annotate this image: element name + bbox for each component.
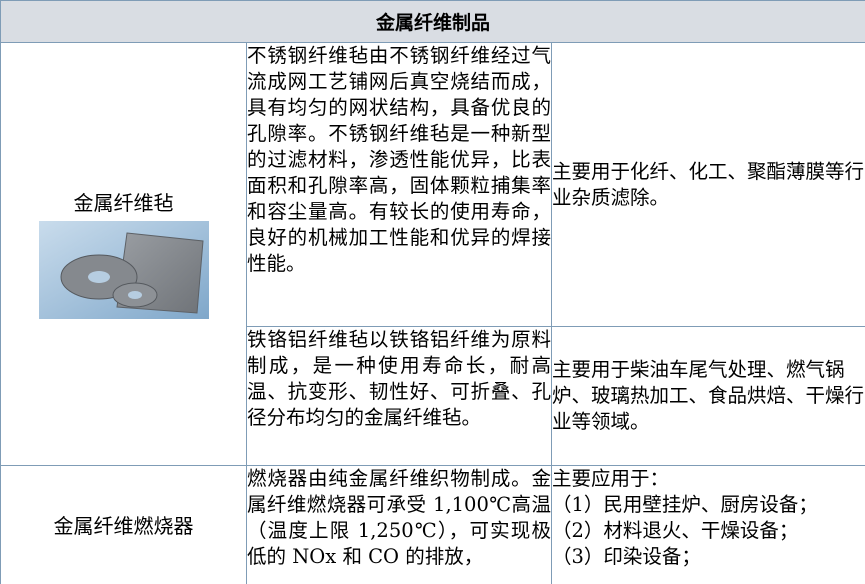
application-line: （3）印染设备； <box>552 545 701 568</box>
table-row: 金属纤维燃烧器 燃烧器由纯金属纤维织物制成。金属纤维燃烧器可承受 1,100℃高… <box>0 465 865 584</box>
application-cell: 主要用于化纤、化工、聚酯薄膜等行业杂质滤除。 <box>550 42 865 327</box>
application-line: （1）民用壁挂炉、厨房设备； <box>552 493 818 516</box>
metal-fiber-felt-photo <box>38 221 209 319</box>
page: 金属纤维制品 金属纤维毡 不锈钢纤维毡由不锈钢纤维经过气流成网工艺铺网后真空烧结… <box>0 0 865 584</box>
product-cell-felt: 金属纤维毡 <box>0 42 247 466</box>
table-row: 金属纤维毡 不锈钢纤维毡由不锈钢纤维经过气流成网工艺铺网后真空烧结而成，具有均匀… <box>0 42 865 466</box>
product-name: 金属纤维毡 <box>73 191 174 215</box>
product-table: 金属纤维制品 金属纤维毡 不锈钢纤维毡由不锈钢纤维经过气流成网工艺铺网后真空烧结… <box>0 0 865 584</box>
table-header-row: 金属纤维制品 <box>0 0 865 43</box>
application-line: 主要应用于： <box>552 467 670 490</box>
table-title: 金属纤维制品 <box>0 0 865 43</box>
description-cell: 不锈钢纤维毡由不锈钢纤维经过气流成网工艺铺网后真空烧结而成，具有均匀的网状结构，… <box>246 42 552 327</box>
description-cell: 铁铬铝纤维毡以铁铬铝纤维为原料制成，是一种使用寿命长，耐高温、抗变形、韧性好、可… <box>246 326 552 466</box>
application-cell: 主要应用于： （1）民用壁挂炉、厨房设备； （2）材料退火、干燥设备； （3）印… <box>550 465 865 584</box>
product-name: 金属纤维燃烧器 <box>53 514 194 538</box>
product-cell-burner: 金属纤维燃烧器 <box>0 465 247 584</box>
application-cell: 主要用于柴油车尾气处理、燃气锅炉、玻璃热加工、食品烘焙、干燥行业等领域。 <box>550 326 865 466</box>
application-line: （2）材料退火、干燥设备； <box>552 519 799 542</box>
description-cell: 燃烧器由纯金属纤维织物制成。金属纤维燃烧器可承受 1,100℃高温（温度上限 1… <box>246 465 552 584</box>
